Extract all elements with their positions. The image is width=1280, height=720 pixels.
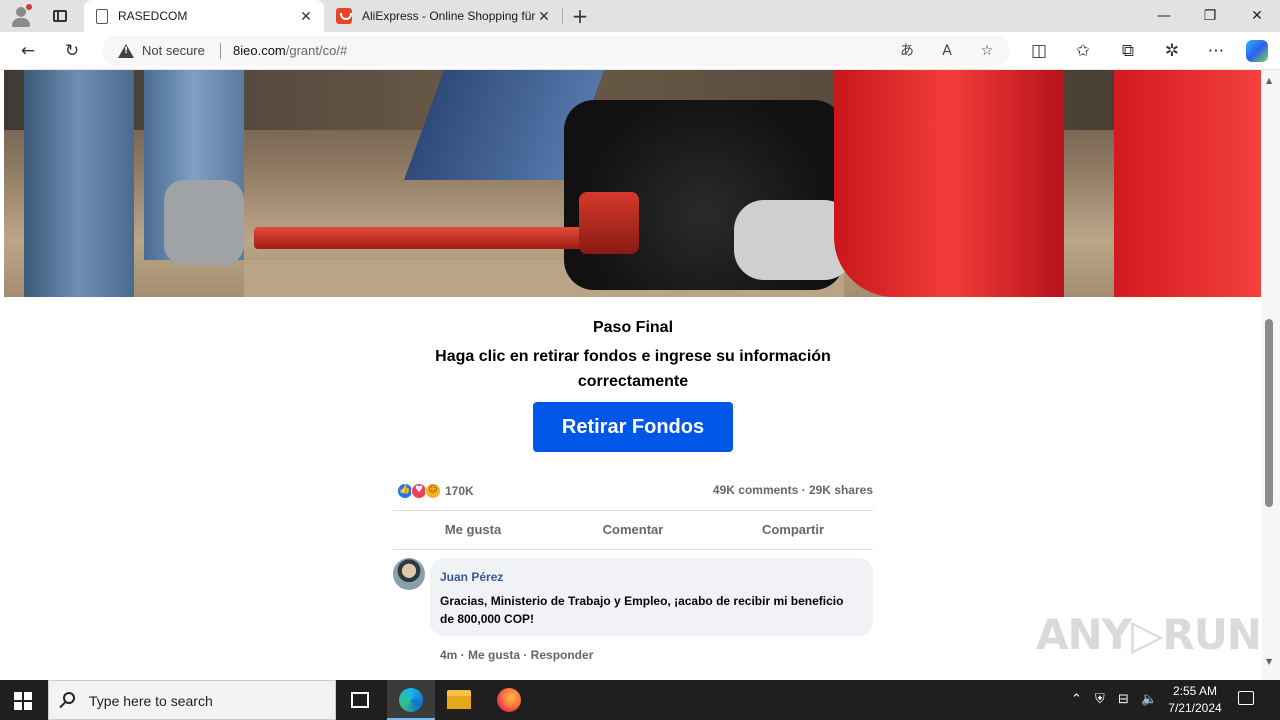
taskbar: Type here to search ⌃ ⛨ ⊟ 🔈 2:55 AM 7/21… bbox=[0, 680, 1280, 720]
scrollbar-thumb[interactable] bbox=[1265, 319, 1273, 507]
collections-icon[interactable]: ⧉ bbox=[1116, 39, 1140, 63]
notification-icon[interactable] bbox=[1238, 691, 1254, 705]
minimize-button[interactable]: — bbox=[1141, 0, 1187, 32]
folder-icon bbox=[447, 690, 471, 709]
split-screen-icon[interactable]: ◫ bbox=[1027, 39, 1051, 63]
task-view-icon bbox=[351, 692, 369, 708]
edge-icon bbox=[399, 688, 423, 712]
copilot-icon[interactable] bbox=[1246, 40, 1268, 62]
anyrun-watermark: ANY▷RUN bbox=[1036, 610, 1262, 659]
extensions-icon[interactable]: ✲ bbox=[1160, 39, 1184, 63]
comment-text: Gracias, Ministerio de Trabajo y Empleo,… bbox=[440, 594, 844, 626]
translate-icon[interactable]: あ bbox=[896, 40, 918, 62]
address-bar[interactable]: Not secure 8ieo.com/grant/co/# あ A ☆ bbox=[102, 36, 1010, 66]
haha-icon: ☺ bbox=[425, 483, 441, 499]
favorite-star-icon[interactable]: ☆ bbox=[976, 40, 998, 62]
file-explorer-button[interactable] bbox=[435, 680, 483, 720]
warning-icon[interactable] bbox=[118, 44, 134, 58]
security-tray-icon[interactable]: ⛨ bbox=[1095, 692, 1105, 707]
edge-taskbar-button[interactable] bbox=[387, 680, 435, 720]
withdraw-funds-button[interactable]: Retirar Fondos bbox=[533, 402, 733, 452]
step-title: Paso Final bbox=[592, 319, 674, 336]
more-menu-icon[interactable]: ⋯ bbox=[1204, 39, 1228, 63]
new-tab-button[interactable]: + bbox=[568, 4, 592, 28]
profile-icon[interactable] bbox=[8, 4, 36, 28]
aliexpress-icon bbox=[336, 8, 352, 24]
windows-start-icon[interactable] bbox=[14, 692, 32, 710]
social-proof-widget: 👍 ♥ ☺ 170K 49K comments · 29K shares Me … bbox=[393, 475, 873, 662]
page-scrollbar[interactable]: ▲ ▼ bbox=[1262, 70, 1280, 680]
system-clock[interactable]: 2:55 AM 7/21/2024 bbox=[1160, 683, 1230, 717]
tab-actions-icon[interactable] bbox=[50, 6, 70, 26]
comment-bubble: Juan Pérez Gracias, Ministerio de Trabaj… bbox=[430, 558, 873, 636]
tab-title: RASEDCOM bbox=[118, 9, 188, 23]
refresh-icon[interactable]: ↻ bbox=[60, 39, 84, 63]
clock-date: 7/21/2024 bbox=[1168, 701, 1222, 715]
tab-separator bbox=[562, 8, 563, 24]
read-aloud-icon[interactable]: A bbox=[936, 40, 958, 62]
network-icon[interactable]: ⊟ bbox=[1118, 692, 1129, 707]
volume-icon[interactable]: 🔈 bbox=[1141, 692, 1157, 707]
document-icon bbox=[96, 8, 108, 24]
task-view-button[interactable] bbox=[336, 680, 384, 720]
address-divider bbox=[220, 43, 221, 59]
tab-rasedcom[interactable]: RASEDCOM ✕ bbox=[84, 0, 324, 32]
avatar[interactable] bbox=[393, 558, 425, 590]
instruction-text: Haga clic en retirar fondos e ingrese su… bbox=[435, 348, 831, 390]
comment-meta[interactable]: 4m · Me gusta · Responder bbox=[440, 648, 593, 662]
like-button[interactable]: Me gusta bbox=[393, 511, 553, 549]
page-viewport: Paso Final Haga clic en retirar fondos e… bbox=[0, 70, 1280, 680]
scroll-up-icon[interactable]: ▲ bbox=[1266, 76, 1272, 85]
tab-close-icon[interactable]: ✕ bbox=[536, 8, 552, 24]
post-actions: Me gusta Comentar Compartir bbox=[393, 510, 873, 550]
search-placeholder: Type here to search bbox=[89, 693, 213, 709]
favorites-icon[interactable]: ✩ bbox=[1071, 39, 1095, 63]
clock-time: 2:55 AM bbox=[1172, 684, 1218, 698]
chevron-up-icon[interactable]: ⌃ bbox=[1071, 692, 1082, 707]
url-path: /grant/co/# bbox=[285, 43, 348, 58]
hero-image bbox=[4, 70, 1261, 297]
firefox-icon bbox=[497, 688, 521, 712]
share-button[interactable]: Compartir bbox=[713, 511, 873, 549]
url-text[interactable]: 8ieo.com/grant/co/# bbox=[233, 43, 347, 58]
comment-author[interactable]: Juan Pérez bbox=[440, 570, 503, 584]
navigation-bar: ← ↻ Not secure 8ieo.com/grant/co/# あ A ☆… bbox=[0, 32, 1280, 70]
security-label[interactable]: Not secure bbox=[142, 43, 205, 58]
back-icon[interactable]: ← bbox=[16, 39, 40, 63]
firefox-taskbar-button[interactable] bbox=[485, 680, 533, 720]
search-icon bbox=[63, 692, 75, 704]
taskbar-search-box[interactable]: Type here to search bbox=[48, 680, 336, 720]
reactions-row: 👍 ♥ ☺ 170K 49K comments · 29K shares bbox=[393, 475, 873, 505]
close-window-button[interactable]: ✕ bbox=[1234, 0, 1280, 32]
tab-aliexpress[interactable]: AliExpress - Online Shopping für ✕ bbox=[326, 0, 562, 32]
url-host: 8ieo.com bbox=[233, 43, 286, 58]
comment-button[interactable]: Comentar bbox=[553, 511, 713, 549]
reaction-icons[interactable]: 👍 ♥ ☺ bbox=[397, 483, 441, 499]
scroll-down-icon[interactable]: ▼ bbox=[1266, 657, 1272, 666]
tab-strip: RASEDCOM ✕ AliExpress - Online Shopping … bbox=[0, 0, 1280, 32]
comments-shares-count[interactable]: 49K comments · 29K shares bbox=[713, 483, 873, 497]
maximize-button[interactable]: ❐ bbox=[1187, 0, 1233, 32]
tab-title: AliExpress - Online Shopping für bbox=[362, 9, 536, 23]
reaction-count[interactable]: 170K bbox=[445, 484, 474, 498]
tab-close-icon[interactable]: ✕ bbox=[298, 8, 314, 24]
